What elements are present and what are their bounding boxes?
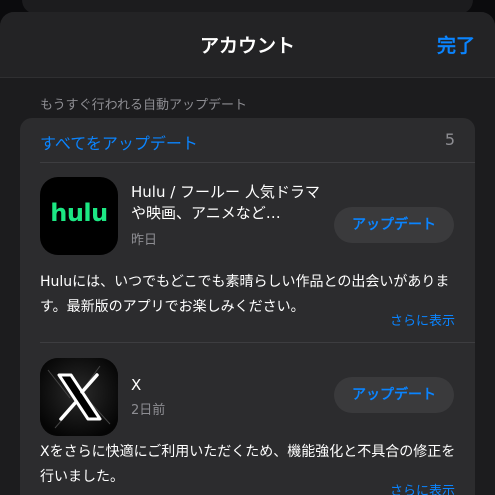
done-button[interactable]: 完了 xyxy=(437,31,475,58)
hulu-logo: hulu xyxy=(50,199,108,227)
pending-updates-group: すべてをアップデート 5 hulu Hulu / フールー 人気ドラマや映画、ア… xyxy=(20,118,475,495)
page-title: アカウント xyxy=(199,35,295,57)
app-date: 2日前 xyxy=(131,403,166,418)
app-date: 昨日 xyxy=(131,233,158,248)
section-header: もうすぐ行われる自動アップデート xyxy=(40,98,247,113)
hulu-app-icon[interactable]: hulu xyxy=(40,177,118,255)
update-all-row: すべてをアップデート 5 xyxy=(20,118,475,162)
x-logo-icon xyxy=(40,358,118,436)
app-name[interactable]: X xyxy=(131,375,321,396)
update-button[interactable]: アップデート xyxy=(334,207,454,243)
divider xyxy=(40,342,475,343)
navigation-bar: アカウント 完了 xyxy=(0,12,495,78)
x-app-icon[interactable] xyxy=(40,358,118,436)
more-button[interactable]: さらに表示 xyxy=(390,480,455,495)
app-name[interactable]: Hulu / フールー 人気ドラマや映画、アニメなど… xyxy=(131,182,321,224)
divider xyxy=(40,162,475,163)
account-sheet: アカウント 完了 もうすぐ行われる自動アップデート すべてをアップデート 5 h… xyxy=(0,12,495,495)
update-button[interactable]: アップデート xyxy=(334,377,454,413)
update-count: 5 xyxy=(444,130,455,149)
update-all-button[interactable]: すべてをアップデート xyxy=(40,130,198,154)
more-button[interactable]: さらに表示 xyxy=(390,310,455,329)
